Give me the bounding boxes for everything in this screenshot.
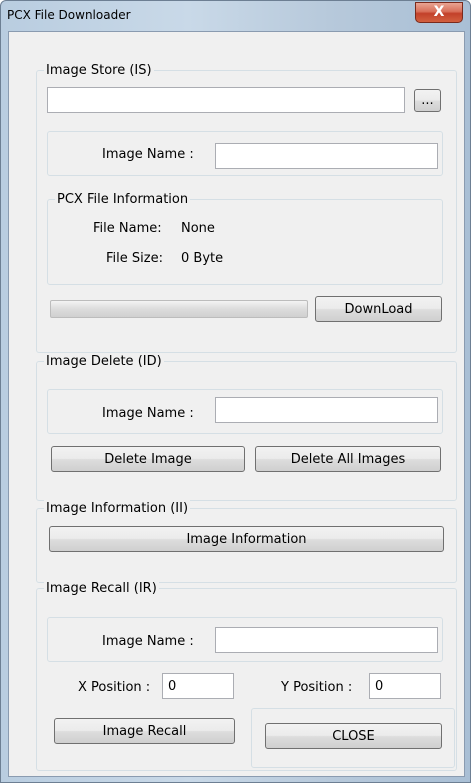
window-close-button[interactable]: X [415,2,463,23]
download-progress-bar [50,300,308,318]
image-recall-name-input[interactable] [215,627,438,653]
file-name-value: None [181,221,215,236]
window-title: PCX File Downloader [7,8,131,22]
file-size-label: File Size: [106,251,163,266]
close-button[interactable]: CLOSE [265,723,442,749]
x-position-label: X Position : [78,680,151,695]
image-store-path-input[interactable] [47,87,405,113]
image-store-name-label: Image Name : [102,147,194,162]
image-recall-name-label: Image Name : [102,634,194,649]
image-store-group-label: Image Store (IS) [44,62,154,79]
browse-button[interactable]: ... [414,89,441,112]
title-bar[interactable]: PCX File Downloader X [1,1,470,31]
image-recall-group-label: Image Recall (IR) [44,580,159,597]
pcx-file-info-group: PCX File Information [47,191,443,285]
download-button[interactable]: DownLoad [315,296,442,322]
delete-image-button[interactable]: Delete Image [51,446,245,472]
image-delete-name-label: Image Name : [102,406,194,421]
delete-all-images-button[interactable]: Delete All Images [255,446,441,472]
close-icon: X [433,4,445,20]
image-delete-group-label: Image Delete (ID) [44,353,164,370]
y-position-label: Y Position : [281,680,353,695]
image-information-group-label: Image Information (II) [44,500,191,517]
image-information-button[interactable]: Image Information [49,526,444,552]
y-position-input[interactable] [369,673,441,699]
x-position-input[interactable] [162,673,234,699]
file-size-value: 0 Byte [181,251,224,266]
image-delete-name-input[interactable] [215,397,438,423]
image-store-name-input[interactable] [215,143,438,169]
file-name-label: File Name: [93,221,162,236]
image-recall-button[interactable]: Image Recall [54,718,235,744]
pcx-file-info-group-label: PCX File Information [55,191,191,208]
dialog-window: PCX File Downloader X Image Store (IS) .… [0,0,471,783]
dialog-client-area: Image Store (IS) ... Image Name : PCX Fi… [8,31,465,777]
